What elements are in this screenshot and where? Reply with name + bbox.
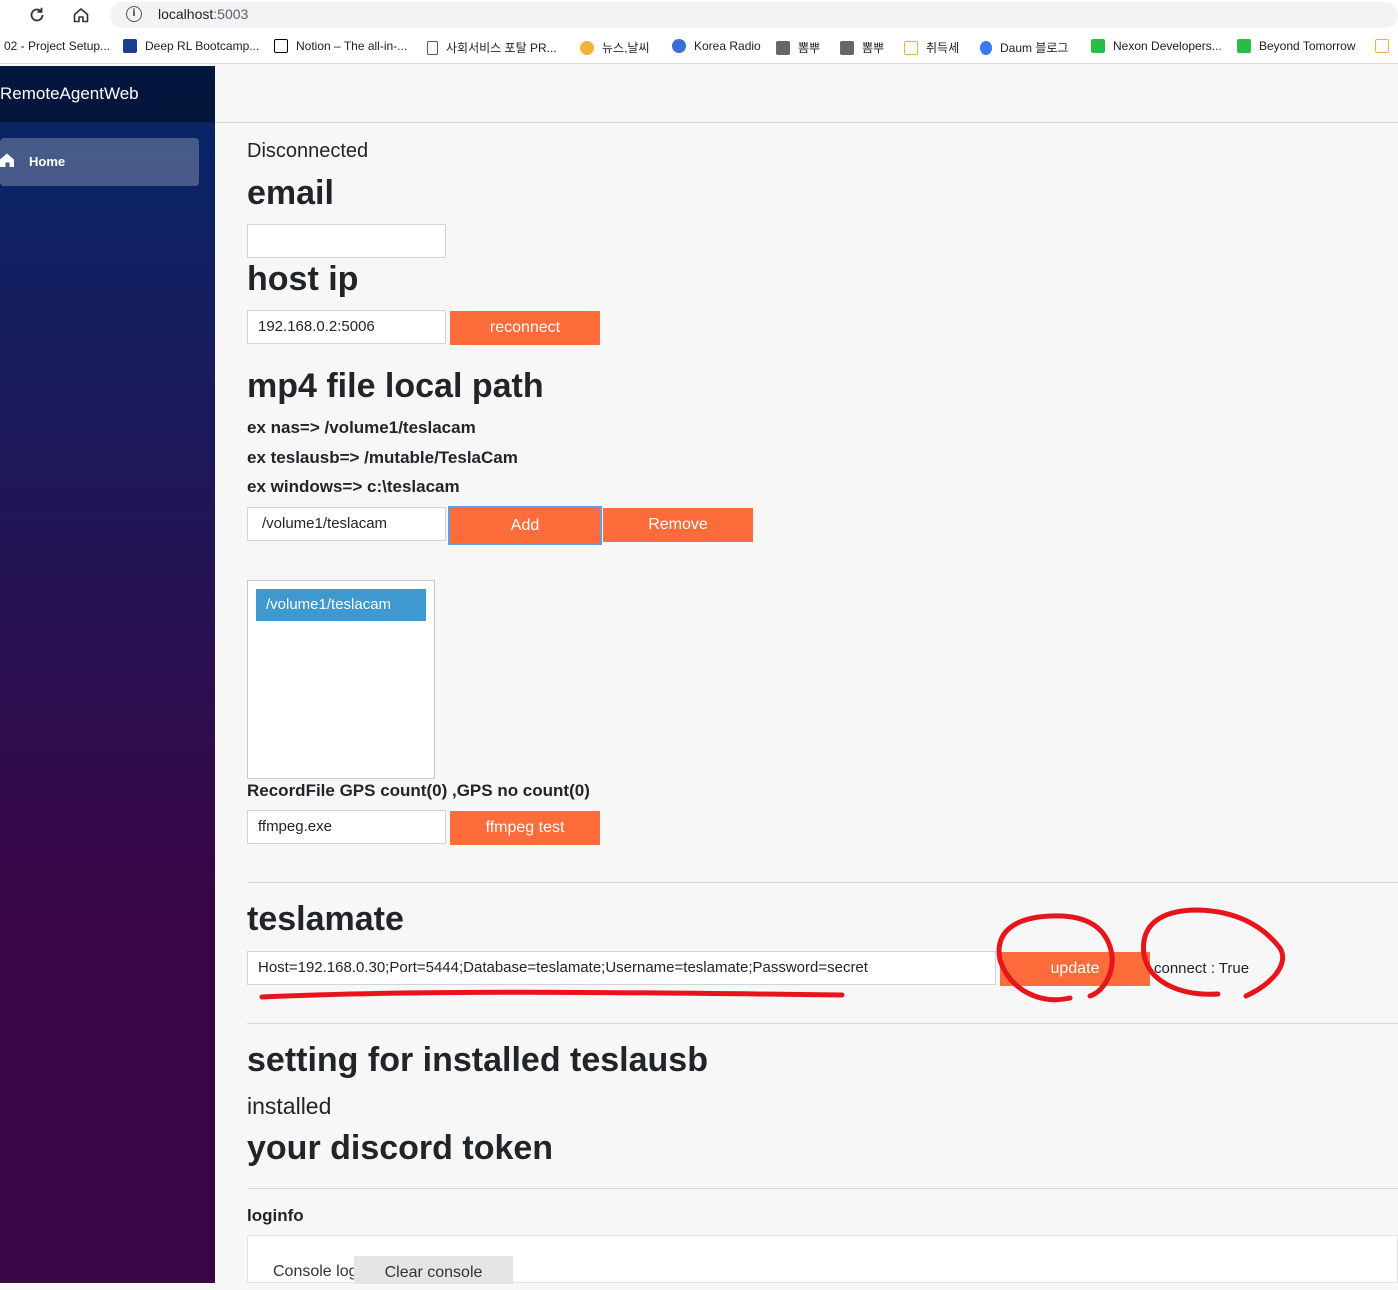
bookmarks-bar: 02 - Project Setup... Deep RL Bootcamp..… bbox=[0, 30, 1398, 64]
brand-title[interactable]: RemoteAgentWeb bbox=[0, 84, 139, 104]
annotation-circle-connect bbox=[1141, 907, 1286, 999]
folder-icon bbox=[904, 40, 918, 55]
email-input[interactable] bbox=[247, 224, 446, 258]
bookmark-item[interactable]: 사회서비스 포탈 PR... bbox=[427, 39, 557, 56]
divider bbox=[247, 1023, 1398, 1024]
browser-toolbar: i localhost:5003 bbox=[0, 0, 1398, 30]
teslamate-heading: teslamate bbox=[247, 900, 404, 938]
radio-icon bbox=[672, 39, 686, 53]
line-icon bbox=[1091, 39, 1105, 53]
bookmark-item[interactable]: Nexon Developers... bbox=[1091, 39, 1222, 53]
update-button[interactable]: update bbox=[1000, 952, 1150, 986]
connection-status: Disconnected bbox=[247, 140, 369, 162]
line-icon bbox=[1237, 39, 1251, 53]
home-icon bbox=[0, 153, 14, 167]
folder-icon[interactable] bbox=[1375, 39, 1397, 53]
bookmark-item[interactable]: 취득세 bbox=[904, 39, 959, 56]
installed-label: installed bbox=[247, 1093, 332, 1119]
console-log-label: Console log bbox=[273, 1263, 358, 1280]
divider bbox=[247, 1188, 1398, 1189]
address-bar[interactable] bbox=[110, 2, 1398, 28]
ffmpeg-test-button[interactable]: ffmpeg test bbox=[450, 811, 600, 845]
top-row bbox=[215, 66, 1398, 123]
teslausb-heading: setting for installed teslausb bbox=[247, 1041, 708, 1079]
discord-token-heading: your discord token bbox=[247, 1129, 554, 1167]
path-listbox[interactable]: /volume1/teslacam bbox=[247, 580, 435, 779]
bookmark-icon bbox=[123, 39, 137, 53]
reconnect-button[interactable]: reconnect bbox=[450, 311, 600, 345]
sidebar-item-home[interactable]: Home bbox=[0, 138, 199, 186]
home-icon[interactable] bbox=[69, 3, 93, 27]
annotation-underline bbox=[259, 989, 845, 1000]
ppomppu-icon bbox=[840, 40, 854, 55]
example-nas: ex nas=> /volume1/teslacam bbox=[247, 418, 476, 437]
info-icon[interactable]: i bbox=[126, 6, 142, 22]
folder-icon bbox=[1375, 39, 1389, 53]
bookmark-item[interactable]: 02 - Project Setup... bbox=[4, 39, 110, 53]
divider bbox=[247, 882, 1398, 883]
host-ip-input[interactable]: 192.168.0.2:5006 bbox=[247, 310, 446, 344]
loginfo-label: loginfo bbox=[247, 1206, 304, 1225]
teslamate-connection-input[interactable]: Host=192.168.0.30;Port=5444;Database=tes… bbox=[247, 951, 996, 985]
reload-icon[interactable] bbox=[25, 3, 49, 27]
ffmpeg-input[interactable]: ffmpeg.exe bbox=[247, 810, 446, 844]
example-teslausb: ex teslausb=> /mutable/TeslaCam bbox=[247, 448, 518, 467]
ppomppu-icon bbox=[776, 40, 790, 55]
bookmark-item[interactable]: Daum 블로그 bbox=[980, 39, 1068, 56]
log-panel: Console log Clear console bbox=[247, 1235, 1398, 1284]
email-heading: email bbox=[247, 174, 334, 212]
example-windows: ex windows=> c:\teslacam bbox=[247, 477, 460, 496]
bookmark-item[interactable]: 뽐뿌 bbox=[776, 39, 820, 56]
address-text[interactable]: localhost:5003 bbox=[158, 6, 248, 22]
weather-icon bbox=[580, 40, 594, 55]
bookmark-item[interactable]: 뽐뿌 bbox=[840, 39, 884, 56]
host-ip-heading: host ip bbox=[247, 260, 359, 298]
list-item[interactable]: /volume1/teslacam bbox=[256, 589, 426, 621]
add-path-button[interactable]: Add bbox=[448, 506, 602, 545]
daum-icon bbox=[980, 40, 992, 55]
sidebar: RemoteAgentWeb Home bbox=[0, 66, 215, 1283]
mp4-path-input[interactable]: /volume1/teslacam bbox=[247, 507, 446, 541]
record-file-info: RecordFile GPS count(0) ,GPS no count(0) bbox=[247, 781, 590, 800]
bookmark-item[interactable]: Korea Radio bbox=[672, 39, 761, 53]
bookmark-item[interactable]: Notion – The all-in-... bbox=[274, 39, 407, 53]
page-icon bbox=[427, 40, 438, 55]
bookmark-item[interactable]: Beyond Tomorrow bbox=[1237, 39, 1356, 53]
remove-path-button[interactable]: Remove bbox=[603, 508, 753, 542]
bookmark-item[interactable]: Deep RL Bootcamp... bbox=[123, 39, 259, 53]
sidebar-item-label: Home bbox=[29, 154, 66, 169]
teslamate-connect-status: connect : True bbox=[1154, 960, 1250, 977]
brand-bar: RemoteAgentWeb bbox=[0, 66, 215, 122]
notion-icon bbox=[274, 39, 288, 53]
bookmark-item[interactable]: 뉴스,날씨 bbox=[580, 39, 650, 56]
mp4-path-heading: mp4 file local path bbox=[247, 367, 544, 405]
clear-console-button[interactable]: Clear console bbox=[354, 1256, 513, 1284]
